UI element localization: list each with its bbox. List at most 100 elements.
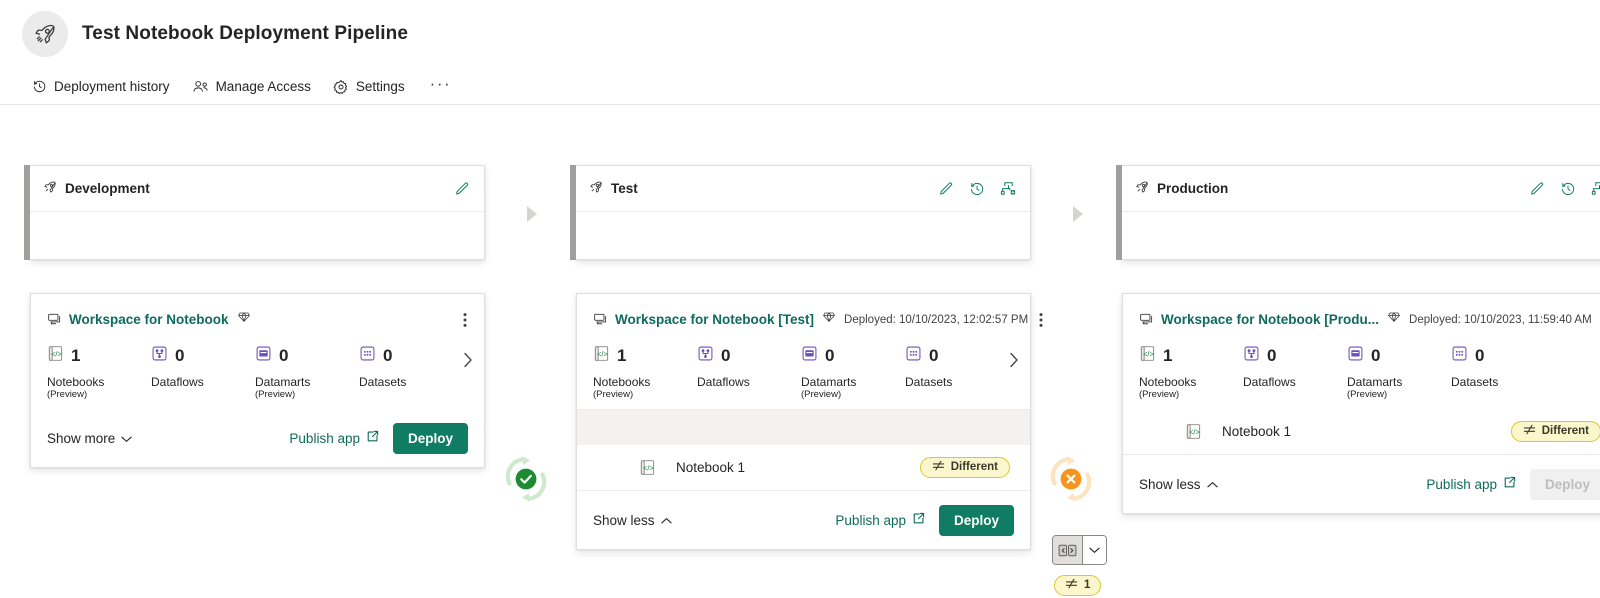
deployment-rules-icon[interactable] [998,179,1018,199]
workspace-more-options-button[interactable] [460,312,470,328]
stat-label: Datamarts [801,375,857,389]
stat-dataflows[interactable]: 0 Dataflows [697,345,801,389]
stat-count: 0 [383,346,393,365]
workspace-footer: Show more Publish app Deploy [31,409,484,467]
compare-view-toggle[interactable] [1052,535,1107,565]
workspace-more-options-button[interactable] [1036,312,1046,328]
workspace-name-link[interactable]: Workspace for Notebook [Produ... [1139,311,1379,329]
more-commands-button[interactable]: ··· [425,75,456,98]
stage-name-label: Development [65,181,150,196]
status-badge[interactable]: Different [1510,421,1600,442]
not-equal-icon [1523,424,1536,438]
stat-notebooks[interactable]: </> 1 Notebooks (Preview) [593,345,697,401]
stage-title-development: Development [43,180,150,197]
datamart-icon [255,345,272,367]
chevron-down-icon [121,431,132,446]
stat-dataflows[interactable]: 0 Dataflows [1243,345,1347,389]
settings-label: Settings [355,79,405,94]
settings-button[interactable]: Settings [331,76,407,98]
gear-icon [333,79,349,95]
stat-datamarts[interactable]: 0 Datamarts (Preview) [255,345,359,401]
status-badge[interactable]: Different [919,457,1010,478]
item-name-label: Notebook 1 [676,460,746,475]
stat-notebooks[interactable]: </> 1 Notebooks (Preview) [47,345,151,401]
stat-label: Datasets [905,375,953,389]
workspace-name-label: Workspace for Notebook [Produ... [1161,312,1380,327]
notebook-icon: </> [593,345,610,367]
history-icon[interactable] [1558,179,1578,199]
split-view-icon[interactable] [1053,536,1083,564]
deployment-history-button[interactable]: Deployment history [30,76,172,97]
workspace-card-development: Workspace for Notebook </> 1 Notebooks (… [30,293,485,468]
deploy-button-disabled: Deploy [1529,468,1600,500]
deploy-button[interactable]: Deploy [392,422,468,454]
stats-next-chevron-icon[interactable] [1008,351,1020,374]
diff-count-badge[interactable]: 1 [1054,575,1102,596]
publish-app-link[interactable]: Publish app [1426,476,1516,492]
deploy-button[interactable]: Deploy [938,504,1014,536]
table-row[interactable]: </> Notebook 1 Different [1123,409,1600,455]
stat-datasets[interactable]: 0 Datasets [1451,345,1555,389]
stat-datamarts[interactable]: 0 Datamarts (Preview) [1347,345,1451,401]
stat-datasets[interactable]: 0 Datasets [905,345,1009,389]
compare-warning-icon[interactable] [1042,450,1100,508]
footer-actions: Publish app Deploy [835,504,1014,536]
show-toggle-label: Show less [1139,476,1201,492]
stat-datamarts[interactable]: 0 Datamarts (Preview) [801,345,905,401]
notebook-icon: </> [1139,345,1156,367]
workspace-header: Workspace for Notebook [31,294,484,329]
compare-success-icon[interactable] [497,450,555,508]
datamart-icon [1347,345,1364,367]
workspace-name-link[interactable]: Workspace for Notebook [Test] [593,311,814,329]
workspace-icon [593,311,608,329]
stat-dataflows[interactable]: 0 Dataflows [151,345,255,389]
stat-count: 1 [1163,346,1173,365]
stat-label: Dataflows [697,375,750,389]
stats-next-chevron-icon[interactable] [462,351,474,374]
premium-diamond-icon [822,310,836,329]
deployment-rules-icon[interactable] [1589,179,1600,199]
stage-title-test: Test [589,180,638,197]
dataflow-icon [697,345,714,367]
stat-label: Datamarts [1347,375,1403,389]
stat-notebooks[interactable]: </> 1 Notebooks (Preview) [1139,345,1243,401]
stat-sublabel: (Preview) [47,389,88,400]
stat-datasets[interactable]: 0 Datasets [359,345,463,389]
open-external-icon [912,512,925,528]
rocket-icon [43,180,57,197]
publish-app-link[interactable]: Publish app [835,512,925,528]
manage-access-button[interactable]: Manage Access [190,76,313,97]
stat-label: Dataflows [1243,375,1296,389]
command-bar: Deployment history Manage Access Setting… [30,75,456,98]
edit-icon[interactable] [936,179,956,199]
workspace-footer: Show less Publish app Deploy [1123,455,1600,513]
deployed-timestamp: Deployed: 10/10/2023, 11:59:40 AM [1409,313,1592,326]
stage-actions [1527,179,1600,199]
dataset-icon [905,345,922,367]
stat-count: 1 [71,346,81,365]
chevron-up-icon [1206,477,1218,492]
history-icon[interactable] [967,179,987,199]
publish-app-link[interactable]: Publish app [289,430,379,446]
workspace-icon [1139,311,1154,329]
stat-count: 0 [825,346,835,365]
premium-diamond-icon [237,310,251,329]
title-row: Test Notebook Deployment Pipeline [22,11,408,57]
edit-icon[interactable] [452,179,472,199]
stat-sublabel: (Preview) [1347,389,1388,400]
premium-diamond-icon [1387,310,1401,329]
show-more-toggle[interactable]: Show more [47,431,132,446]
open-external-icon [366,430,379,446]
workspace-name-link[interactable]: Workspace for Notebook [47,311,229,329]
edit-icon[interactable] [1527,179,1547,199]
chevron-down-icon[interactable] [1083,536,1106,564]
stat-count: 0 [279,346,289,365]
open-external-icon [1503,476,1516,492]
dataset-icon [359,345,376,367]
workspace-item-stats: </> 1 Notebooks (Preview) 0 Dataflows 0 … [1123,329,1600,409]
table-row[interactable]: </> Notebook 1 Different [577,445,1030,491]
dataflow-icon [1243,345,1260,367]
show-less-toggle[interactable]: Show less [1139,477,1218,492]
show-less-toggle[interactable]: Show less [593,513,672,528]
stage-actions [452,179,472,199]
